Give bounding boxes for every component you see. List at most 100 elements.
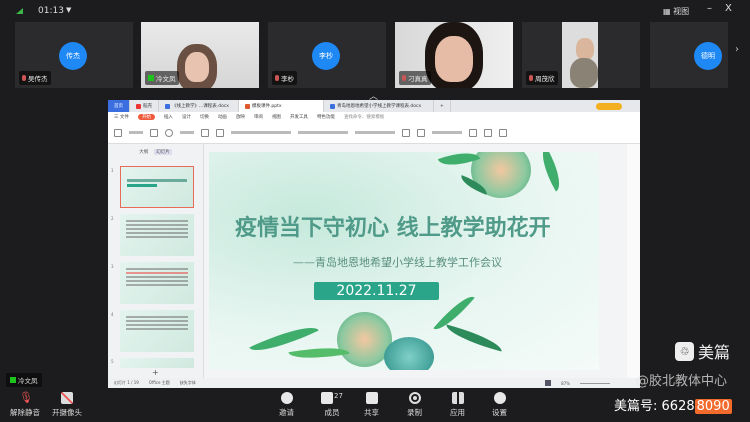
layout-icon[interactable] — [216, 128, 224, 137]
chevron-down-icon[interactable]: ▼ — [66, 6, 71, 14]
self-name-tag: 冷文凤 — [6, 373, 42, 387]
command-search[interactable]: 查找命令、搜索模板 — [344, 114, 385, 120]
wps-menu-bar: 三 文件 开始 插入 设计 切换 动画 放映 审阅 视图 开发工具 特色功能 查… — [108, 112, 640, 122]
missing-fonts[interactable]: 缺失字体 — [180, 380, 196, 386]
participant-tile[interactable]: 周茂欣 — [522, 22, 640, 88]
slide-thumbnail[interactable] — [120, 358, 194, 368]
camera-off-icon — [61, 392, 73, 404]
doc-icon — [330, 103, 335, 109]
ribbon-toolbar — [108, 122, 640, 144]
new-slide-icon[interactable] — [201, 128, 209, 137]
menu-home[interactable]: 开始 — [137, 114, 155, 120]
participant-tile[interactable]: 德明 — [650, 22, 728, 88]
doc-icon — [165, 103, 170, 109]
slide-thumbnail[interactable] — [120, 310, 194, 352]
slide-thumbnail[interactable] — [120, 166, 194, 208]
id-label: 美篇号: — [614, 399, 658, 414]
menu-features[interactable]: 特色功能 — [317, 114, 335, 120]
tab-document[interactable]: 《线上教学》...课程表.docx — [159, 100, 239, 112]
picture-icon[interactable] — [402, 128, 410, 137]
zoom-slider[interactable] — [580, 382, 610, 384]
members-button[interactable]: 27 成员 — [321, 392, 343, 418]
menu-slideshow[interactable]: 放映 — [236, 114, 245, 120]
mic-muted-icon — [402, 75, 406, 81]
minimize-button[interactable]: – — [707, 3, 712, 14]
settings-button[interactable]: 设置 — [492, 392, 507, 418]
menu-design[interactable]: 设计 — [182, 114, 191, 120]
menu-transition[interactable]: 切换 — [200, 114, 209, 120]
mic-muted-icon — [275, 75, 279, 81]
tab-pptx[interactable]: 模板课件.pptx — [239, 100, 324, 112]
new-tab-button[interactable]: + — [434, 100, 451, 112]
unmute-button[interactable]: 🎙 解除静音 — [10, 392, 40, 418]
participant-name-tag: 刁真真 — [399, 71, 431, 85]
shape-icon[interactable] — [417, 128, 425, 137]
tab-outline[interactable]: 大纲 — [139, 149, 148, 155]
view-button[interactable]: ▦ 视图 — [663, 6, 689, 17]
participant-tile[interactable]: 冷文凤 — [141, 22, 259, 88]
slide-thumbnail-panel: 大纲 幻灯片 1 2 3 4 5 + — [108, 144, 204, 378]
slide-thumbnail[interactable] — [120, 214, 194, 256]
right-sidebar — [627, 144, 640, 378]
camera-button[interactable]: 开摄像头 — [52, 392, 82, 418]
meeting-top-bar: 01:13 ▼ ▦ 视图 – X — [0, 0, 750, 22]
menu-file[interactable]: 三 文件 — [114, 114, 129, 120]
wps-tab-bar: 首页 稻壳 《线上教学》...课程表.docx 模板课件.pptx 青岛地恩地希… — [108, 100, 640, 112]
settings-label: 设置 — [492, 408, 507, 417]
participant-tile[interactable]: 传杰 吴传杰 — [15, 22, 133, 88]
add-slide-button[interactable]: + — [152, 368, 159, 377]
participant-name: 周茂欣 — [535, 75, 555, 83]
menu-view[interactable]: 视图 — [272, 114, 281, 120]
play-slideshow-button[interactable] — [545, 380, 552, 386]
share-label: 共享 — [364, 408, 379, 417]
invite-button[interactable]: 邀请 — [279, 392, 294, 418]
share-button[interactable]: 共享 — [364, 392, 379, 418]
menu-animation[interactable]: 动画 — [218, 114, 227, 120]
participant-tile[interactable]: 李杪 李杪 — [268, 22, 386, 88]
theme-name: Office 主题 — [148, 380, 170, 385]
apps-label: 应用 — [450, 408, 465, 417]
chevron-right-icon[interactable]: › — [735, 44, 739, 55]
find-icon[interactable] — [484, 128, 492, 137]
members-icon — [321, 392, 333, 404]
meipian-brand: 美篇 — [698, 343, 731, 362]
tab-label: 稻壳 — [143, 104, 152, 109]
record-label: 录制 — [407, 408, 422, 417]
slide-subtitle: ——青岛地恩地希望小学线上教学工作会议 — [293, 256, 502, 269]
account-button[interactable] — [596, 102, 622, 110]
menu-developer[interactable]: 开发工具 — [290, 114, 308, 120]
play-icon[interactable] — [165, 128, 173, 137]
menu-review[interactable]: 审阅 — [254, 114, 263, 120]
slide-thumbnail[interactable] — [120, 262, 194, 304]
tab-home[interactable]: 首页 — [108, 100, 130, 112]
record-button[interactable]: 录制 — [407, 392, 422, 418]
mic-off-icon: 🎙 — [19, 391, 33, 404]
status-bar: 幻灯片 1 / 19 Office 主题 缺失字体 87% — [108, 378, 640, 388]
tab-slides[interactable]: 幻灯片 — [154, 149, 172, 155]
signal-icon — [16, 8, 23, 14]
meeting-duration: 01:13 — [38, 6, 64, 16]
close-button[interactable]: X — [725, 3, 732, 14]
apps-button[interactable]: 应用 — [450, 392, 465, 418]
participant-tile[interactable]: 刁真真 — [395, 22, 513, 88]
gear-icon — [493, 392, 506, 404]
avatar: 德明 — [694, 42, 722, 70]
participant-name-tag: 周茂欣 — [526, 71, 558, 85]
account-watermark: @胶北教体中心 — [636, 374, 728, 389]
zoom-level[interactable]: 87% — [561, 381, 570, 386]
view-label: 视图 — [673, 7, 690, 16]
invite-icon — [280, 392, 293, 404]
mic-muted-icon — [22, 75, 26, 81]
slide-title: 疫情当下守初心 线上教学助花开 — [235, 216, 551, 241]
select-icon[interactable] — [499, 128, 507, 137]
tab-daoke[interactable]: 稻壳 — [130, 100, 159, 112]
tab-docx[interactable]: 青岛地恩地希望小学线上教学课程表.docx — [324, 100, 434, 112]
paste-icon[interactable] — [114, 128, 122, 137]
format-painter-icon[interactable] — [150, 128, 158, 137]
slide-canvas[interactable]: 疫情当下守初心 线上教学助花开 ——青岛地恩地希望小学线上教学工作会议 2022… — [209, 152, 599, 370]
slide-date: 2022.11.27 — [314, 282, 439, 300]
member-count: 27 — [334, 392, 343, 400]
menu-insert[interactable]: 插入 — [164, 114, 173, 120]
textbox-icon[interactable] — [469, 128, 477, 137]
participant-name: 吴传杰 — [28, 75, 48, 83]
